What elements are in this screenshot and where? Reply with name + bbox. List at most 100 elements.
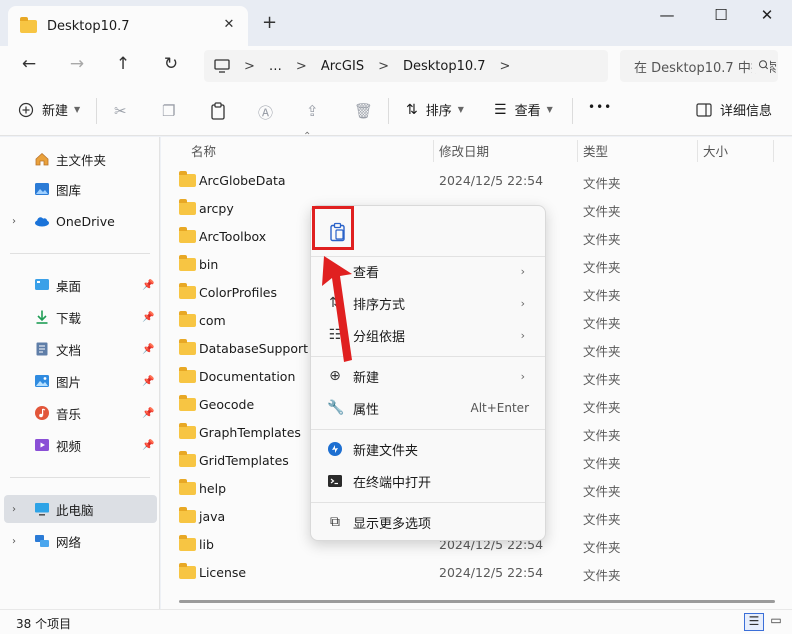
sidebar-item-label: 下载 bbox=[56, 310, 82, 326]
menu-item-label: 属性 bbox=[353, 402, 380, 418]
chevron-right-icon: › bbox=[520, 328, 525, 342]
view-list-icon: ☰ bbox=[494, 101, 507, 118]
up-button[interactable]: ↑ bbox=[110, 54, 136, 74]
navigation-pane: 主文件夹 图库 › OneDrive 桌面 📌 下载 📌 文档 📌 图片 📌 音… bbox=[0, 137, 160, 609]
file-name: ColorProfiles bbox=[199, 285, 278, 300]
search-box[interactable]: 在 Desktop10.7 中搜索 bbox=[620, 50, 778, 82]
chevron-right-icon[interactable]: › bbox=[12, 504, 16, 515]
column-header-type[interactable]: 类型 bbox=[583, 141, 608, 163]
delete-icon[interactable]: 🗑 bbox=[354, 102, 373, 120]
sidebar-item-onedrive[interactable]: › OneDrive bbox=[0, 207, 157, 235]
shortcut-label: Alt+Enter bbox=[470, 401, 529, 415]
file-type: 文件夹 bbox=[583, 484, 621, 499]
pin-icon[interactable]: 📌 bbox=[142, 344, 154, 355]
copy-icon[interactable]: ❐ bbox=[162, 102, 175, 120]
file-type: 文件夹 bbox=[583, 176, 621, 191]
sidebar-item-network[interactable]: › 网络 bbox=[0, 527, 157, 555]
details-pane-icon bbox=[696, 102, 712, 117]
sidebar-item-downloads[interactable]: 下载 📌 bbox=[0, 303, 157, 331]
download-icon bbox=[36, 310, 48, 324]
tiles-view-button[interactable]: ▭ bbox=[766, 613, 786, 631]
sidebar-item-pictures[interactable]: 图片 📌 bbox=[0, 367, 157, 395]
address-bar[interactable]: > … > ArcGIS > Desktop10.7 > bbox=[204, 50, 608, 82]
column-header-size[interactable]: 大小 bbox=[703, 141, 728, 163]
file-name: bin bbox=[199, 257, 219, 272]
sidebar-item-label: 图库 bbox=[56, 182, 82, 198]
table-row[interactable]: License 2024/12/5 22:54 文件夹 bbox=[179, 559, 779, 587]
tab-close-button[interactable]: ✕ bbox=[220, 17, 238, 32]
pin-icon[interactable]: 📌 bbox=[142, 376, 154, 387]
plus-circle-icon bbox=[18, 102, 34, 117]
sidebar-item-documents[interactable]: 文档 📌 bbox=[0, 335, 157, 363]
folder-icon bbox=[179, 283, 196, 299]
column-separator[interactable] bbox=[433, 140, 434, 162]
sidebar-item-home[interactable]: 主文件夹 bbox=[0, 145, 157, 173]
sidebar-item-label: 此电脑 bbox=[56, 502, 94, 518]
folder-icon bbox=[179, 255, 196, 271]
details-view-button[interactable]: ☰ bbox=[744, 613, 764, 631]
share-icon[interactable]: ⇪ bbox=[306, 102, 319, 120]
minimize-button[interactable]: — bbox=[652, 6, 682, 24]
back-button[interactable]: ← bbox=[16, 54, 42, 74]
sidebar-item-music[interactable]: 音乐 📌 bbox=[0, 399, 157, 427]
breadcrumb-arcgis[interactable]: ArcGIS bbox=[321, 59, 364, 74]
sort-button[interactable]: ⇅ 排序 ▼ bbox=[406, 100, 464, 120]
search-icon bbox=[752, 57, 770, 73]
file-date: 2024/12/5 22:54 bbox=[439, 173, 544, 188]
column-separator[interactable] bbox=[697, 140, 698, 162]
chevron-down-icon: ▼ bbox=[74, 105, 81, 114]
wrench-icon: 🔧 bbox=[327, 400, 345, 416]
sidebar-item-gallery[interactable]: 图库 bbox=[0, 175, 157, 203]
menu-item-properties[interactable]: 🔧 属性 Alt+Enter bbox=[317, 393, 539, 423]
menu-item-more-options[interactable]: ⧉ 显示更多选项 bbox=[317, 507, 539, 537]
chevron-right-icon[interactable]: › bbox=[12, 536, 16, 547]
column-header-date[interactable]: 修改日期 bbox=[439, 141, 489, 163]
breadcrumb-more[interactable]: … bbox=[269, 59, 282, 74]
table-row[interactable]: ArcGlobeData 2024/12/5 22:54 文件夹 bbox=[179, 167, 779, 195]
file-type: 文件夹 bbox=[583, 540, 621, 555]
maximize-button[interactable]: ☐ bbox=[706, 6, 736, 24]
desktop-icon bbox=[35, 279, 49, 290]
sidebar-item-videos[interactable]: 视频 📌 bbox=[0, 431, 157, 459]
menu-divider bbox=[311, 429, 545, 430]
tab-title: Desktop10.7 bbox=[47, 18, 130, 34]
forward-button[interactable]: → bbox=[64, 54, 90, 74]
more-options-button[interactable]: ••• bbox=[588, 100, 612, 114]
details-pane-button[interactable]: 详细信息 bbox=[696, 100, 772, 119]
chevron-right-icon[interactable]: › bbox=[12, 216, 16, 227]
file-type: 文件夹 bbox=[583, 372, 621, 387]
menu-item-open-terminal[interactable]: 在终端中打开 bbox=[317, 466, 539, 496]
folder-icon bbox=[179, 367, 196, 383]
rename-icon[interactable]: Ⓐ bbox=[258, 102, 273, 123]
folder-icon bbox=[179, 451, 196, 467]
new-button[interactable]: 新建 ▼ bbox=[18, 100, 80, 119]
folder-icon bbox=[179, 311, 196, 327]
sidebar-item-label: OneDrive bbox=[56, 213, 115, 229]
pin-icon[interactable]: 📌 bbox=[142, 408, 154, 419]
tab-desktop107[interactable]: Desktop10.7 ✕ bbox=[8, 6, 248, 46]
column-separator[interactable] bbox=[577, 140, 578, 162]
view-button[interactable]: ☰ 查看 ▼ bbox=[494, 100, 553, 120]
folder-icon bbox=[179, 479, 196, 495]
close-window-button[interactable]: ✕ bbox=[752, 6, 782, 24]
breadcrumb-desktop107[interactable]: Desktop10.7 bbox=[403, 59, 486, 74]
paste-icon[interactable] bbox=[210, 102, 226, 120]
pin-icon[interactable]: 📌 bbox=[142, 312, 154, 323]
toolbar-divider bbox=[572, 98, 573, 124]
column-header-name[interactable]: 名称 bbox=[191, 141, 216, 163]
file-name: arcpy bbox=[199, 201, 234, 216]
file-name: lib bbox=[199, 537, 214, 552]
horizontal-scrollbar[interactable] bbox=[179, 600, 775, 603]
pin-icon[interactable]: 📌 bbox=[142, 280, 154, 291]
sidebar-item-desktop[interactable]: 桌面 📌 bbox=[0, 271, 157, 299]
sidebar-item-this-pc[interactable]: › 此电脑 bbox=[4, 495, 157, 523]
menu-item-new-folder[interactable]: 新建文件夹 bbox=[317, 434, 539, 464]
menu-item-label: 显示更多选项 bbox=[353, 516, 432, 532]
column-separator[interactable] bbox=[773, 140, 774, 162]
folder-icon bbox=[179, 395, 196, 411]
cut-icon[interactable]: ✂ bbox=[114, 102, 127, 120]
new-tab-button[interactable]: + bbox=[262, 12, 277, 33]
document-icon bbox=[36, 342, 48, 356]
pin-icon[interactable]: 📌 bbox=[142, 440, 154, 451]
refresh-button[interactable]: ↻ bbox=[158, 54, 184, 74]
